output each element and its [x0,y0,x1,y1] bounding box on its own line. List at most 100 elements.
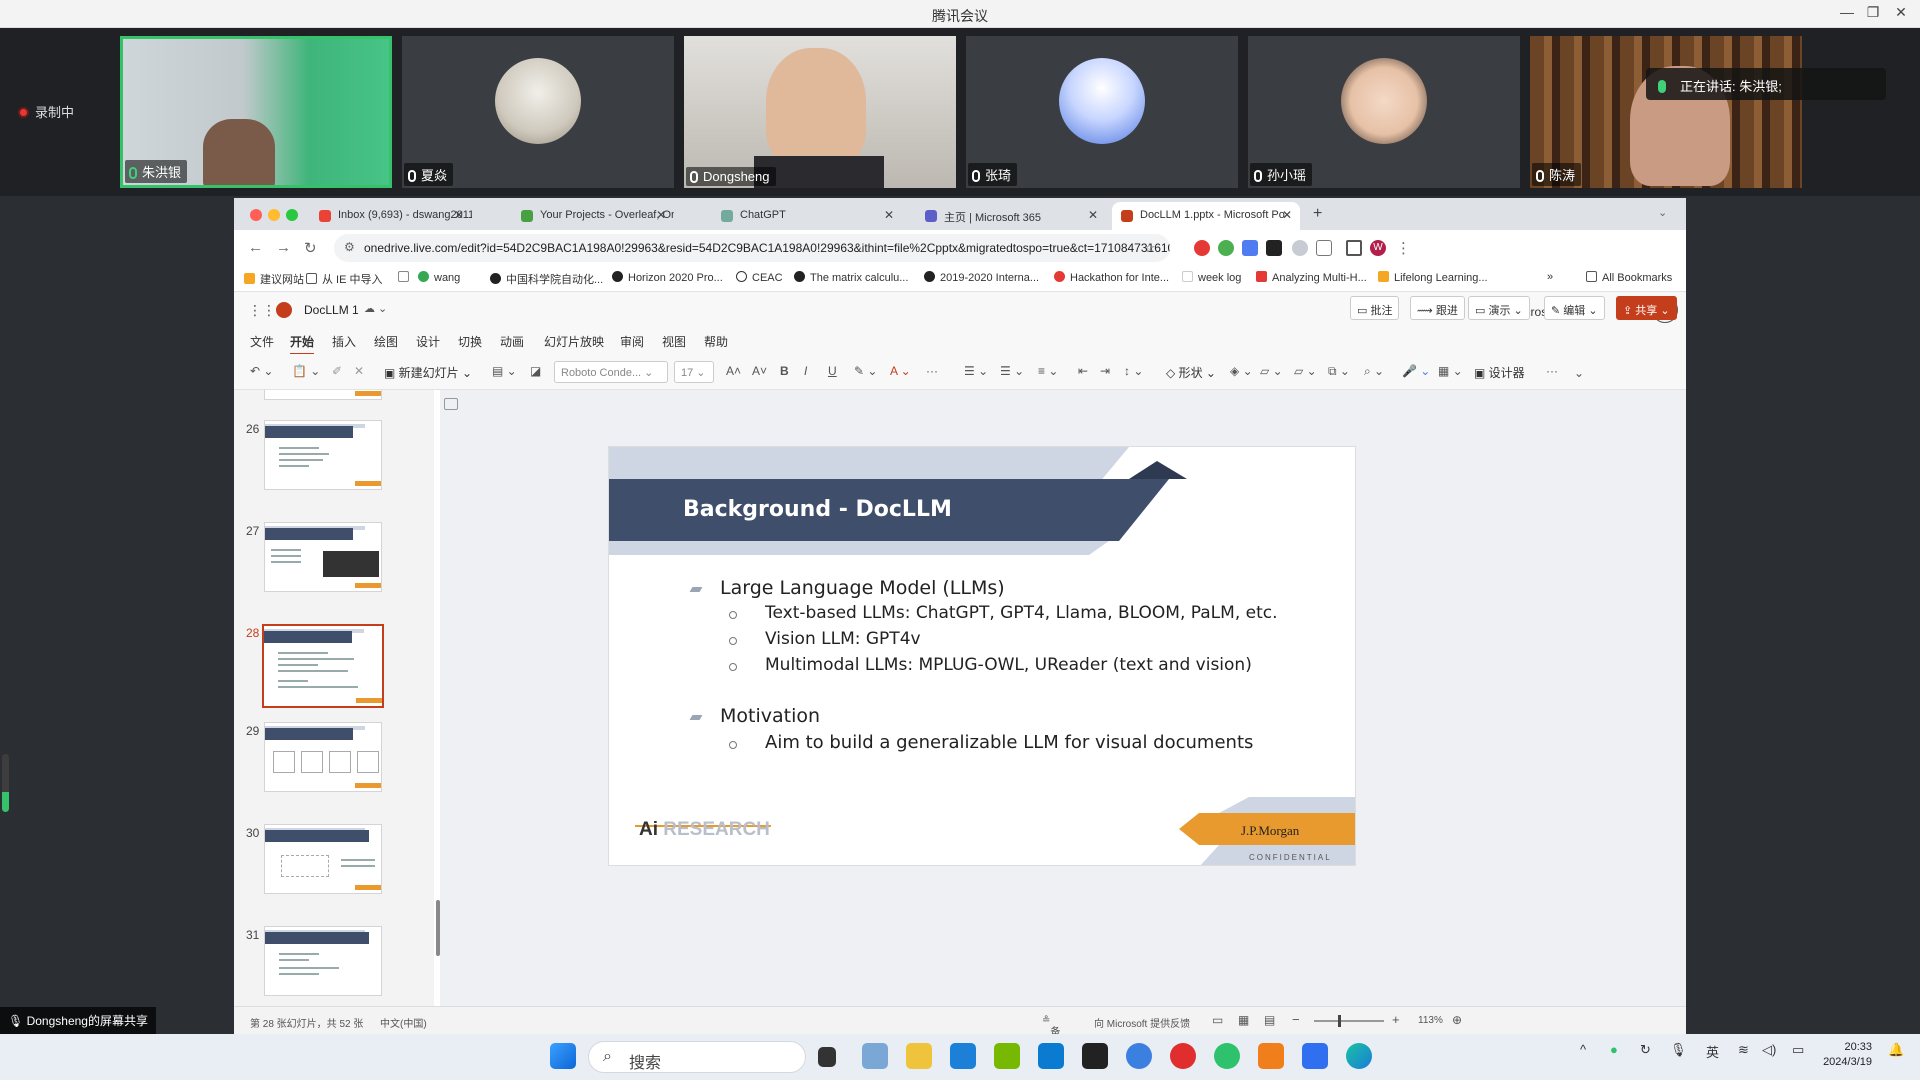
comment-button[interactable]: ▭ 批注 [1350,296,1400,320]
font-color-icon[interactable]: A ⌄ [890,364,911,378]
zoom-in-icon[interactable]: + [1392,1012,1400,1027]
tab-transitions[interactable]: 切换 [458,333,482,350]
extension-icon[interactable] [1218,240,1234,256]
slide[interactable]: Background - DocLLM Large Language Model… [608,446,1356,866]
add-ins-icon[interactable]: ▦ ⌄ [1438,364,1463,378]
slide-thumbnail[interactable] [264,722,382,792]
more-bookmarks-icon[interactable]: » [1547,271,1553,283]
wifi-icon[interactable]: ≋ [1738,1042,1749,1058]
tab-overleaf[interactable]: Your Projects - Overleaf, Onli ✕ [512,202,674,230]
slide-thumbnail[interactable] [264,420,382,490]
new-slide-button[interactable]: ▣ 新建幻灯片 ⌄ [384,364,472,381]
shrink-font-icon[interactable]: A˅ [752,364,767,378]
shape-fill-icon[interactable]: ◈ ⌄ [1230,364,1253,378]
layout-icon[interactable]: ▤ ⌄ [492,364,517,378]
document-title[interactable]: DocLLM 1 [304,303,359,317]
extension-icon[interactable] [1194,240,1210,256]
back-icon[interactable]: ← [248,239,263,256]
grow-font-icon[interactable]: A˄ [726,364,741,378]
profile-avatar[interactable]: W [1370,240,1386,256]
bold-icon[interactable]: B [780,364,789,378]
task-view-icon[interactable] [818,1047,836,1067]
shape-effects-icon[interactable]: ▱ ⌄ [1294,364,1317,378]
bookmark[interactable]: Lifelong Learning... [1378,271,1488,284]
feedback-button[interactable]: 向 Microsoft 提供反馈 [1094,1015,1190,1030]
extension-icon[interactable] [1266,240,1282,256]
normal-view-icon[interactable]: ▭ [1212,1013,1223,1027]
slide-thumbnail[interactable] [264,824,382,894]
tab-gmail[interactable]: Inbox (9,693) - dswang2011@ ✕ [310,202,472,230]
tab-microsoft365[interactable]: 主页 | Microsoft 365 ✕ [916,202,1106,230]
zoom-slider[interactable] [1314,1020,1384,1022]
slide-thumbnail-selected[interactable] [262,624,384,708]
file-explorer-icon[interactable] [906,1043,932,1069]
tab-draw[interactable]: 绘图 [374,333,398,350]
zoom-dot-icon[interactable] [286,209,298,221]
vscode-icon[interactable] [1038,1043,1064,1069]
participant-tile[interactable]: 孙小瑶 [1248,36,1520,188]
underline-icon[interactable]: U [828,364,837,378]
participant-tile[interactable]: 陈涛 [1530,36,1802,188]
bookmark[interactable]: week log [1182,271,1241,284]
reload-icon[interactable]: ↻ [304,239,317,257]
clear-format-icon[interactable]: ✕ [354,364,364,378]
share-button[interactable]: ⇪ 共享 ⌄ [1616,296,1677,320]
editing-button[interactable]: ✎ 编辑 ⌄ [1544,296,1605,320]
mic-icon[interactable]: 🎙 [1670,1042,1687,1058]
participant-tile[interactable]: Dongsheng [684,36,956,188]
bookmark[interactable]: wang [418,271,460,284]
restore-icon[interactable]: ❐ [1858,4,1888,24]
tab-design[interactable]: 设计 [416,333,440,350]
recording-indicator[interactable]: 录制中 [18,102,74,121]
catch-up-button[interactable]: ⟿ 跟进 [1410,296,1465,320]
battery-icon[interactable]: ▭ [1792,1042,1804,1058]
bookmark[interactable] [398,271,414,284]
mail-icon[interactable] [950,1043,976,1069]
find-icon[interactable]: ⌕ ⌄ [1364,364,1384,379]
font-size-select[interactable]: 17 ⌄ [674,361,714,383]
arrange-icon[interactable]: ⧉ ⌄ [1328,364,1350,379]
slide-thumbnail[interactable] [264,390,382,400]
present-button[interactable]: ▭ 演示 ⌄ [1468,296,1530,320]
menu-kebab-icon[interactable]: ⋮ [1396,239,1411,257]
line-spacing-icon[interactable]: ↕ ⌄ [1124,364,1143,378]
zoom-out-icon[interactable]: − [1292,1012,1300,1027]
terminal-icon[interactable] [1082,1043,1108,1069]
participant-tile[interactable]: 朱洪银 [120,36,392,188]
paste-icon[interactable]: 📋 ⌄ [292,364,320,378]
participant-tile[interactable]: 张琦 [966,36,1238,188]
bookmark[interactable]: CEAC [736,271,783,284]
tab-docllm[interactable]: DocLLM 1.pptx - Microsoft Po ✕ [1112,202,1300,230]
zoom-level[interactable]: 113% [1418,1015,1443,1026]
bookmark[interactable]: Hackathon for Inte... [1054,271,1169,284]
align-icon[interactable]: ≡ ⌄ [1038,364,1058,378]
expand-ribbon-icon[interactable]: ⌄ [1574,366,1584,380]
tray-app-icon[interactable]: ● [1610,1042,1618,1057]
bookmark[interactable]: 建议网站 [244,271,304,287]
dictate-icon[interactable]: 🎤 ⌄ [1402,364,1430,378]
all-bookmarks[interactable]: All Bookmarks [1586,271,1672,284]
numbering-icon[interactable]: ☰ ⌄ [1000,364,1024,378]
reading-view-icon[interactable]: ▤ [1264,1013,1275,1027]
tab-animations[interactable]: 动画 [500,333,524,350]
zoom-slider-thumb[interactable] [1338,1015,1341,1027]
start-icon[interactable] [550,1043,576,1069]
tab-home[interactable]: 开始 [290,333,315,356]
slide-thumbnail[interactable] [264,522,382,592]
ime-indicator[interactable]: 英 [1706,1042,1719,1061]
participant-tile[interactable]: 夏焱 [402,36,674,188]
volume-icon[interactable]: ◁) [1762,1042,1776,1058]
slide-thumbnail[interactable] [264,926,382,996]
notification-bell-icon[interactable]: 🔔 [1888,1042,1904,1058]
undo-icon[interactable]: ↶ ⌄ [250,364,273,378]
close-icon[interactable]: ✕ [1886,4,1916,24]
tab-list-icon[interactable]: ⌄ [1658,206,1667,219]
address-bar[interactable]: ⚙ onedrive.live.com/edit?id=54D2C9BAC1A19… [334,234,1170,262]
sync-icon[interactable]: ↻ [1640,1042,1651,1058]
sorter-view-icon[interactable]: ▦ [1238,1013,1249,1027]
tencent-meeting-icon[interactable] [1302,1043,1328,1069]
increase-indent-icon[interactable]: ⇥ [1100,364,1110,378]
extension-icon[interactable] [1242,240,1258,256]
more-font-icon[interactable]: ··· [926,364,938,378]
language[interactable]: 中文(中国) [380,1015,427,1030]
